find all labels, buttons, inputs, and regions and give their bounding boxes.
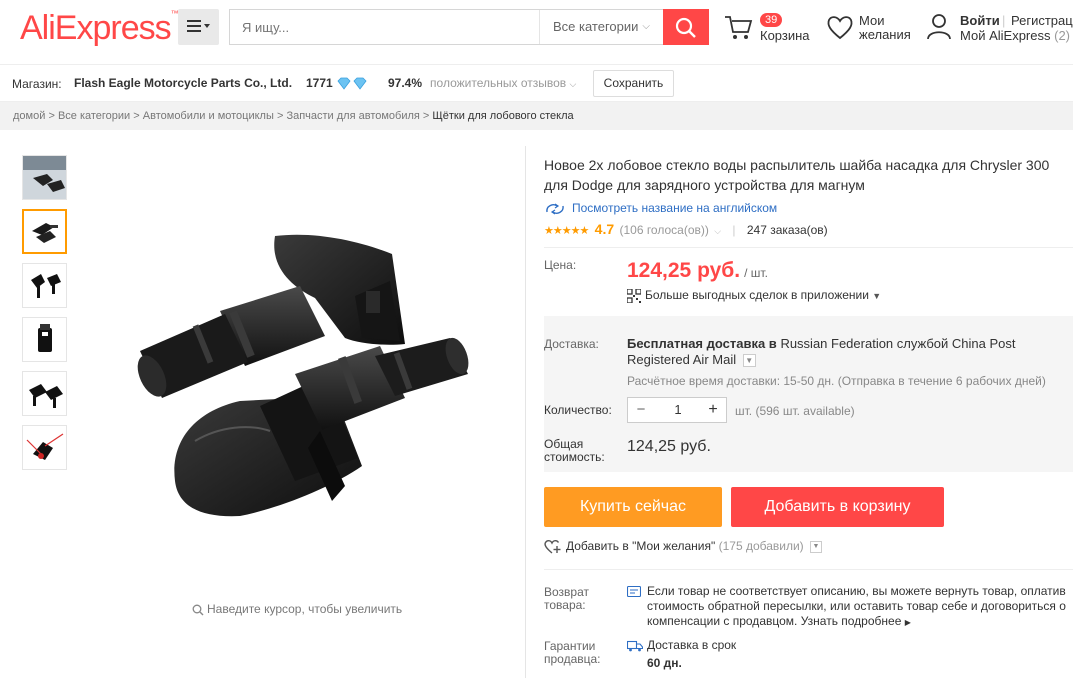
thumbnail[interactable]: [22, 371, 67, 416]
diamond-rating-icon: [337, 77, 367, 90]
breadcrumb-item[interactable]: Запчасти для автомобиля: [286, 110, 419, 122]
thumbnail[interactable]: [22, 425, 67, 470]
store-name-link[interactable]: Flash Eagle Motorcycle Parts Co., Ltd.: [74, 76, 292, 90]
cart-link[interactable]: 39 Корзина: [724, 13, 814, 46]
quantity-plus-button[interactable]: +: [700, 398, 726, 422]
quantity-label: Количество:: [544, 403, 612, 417]
cart-count-badge: 39: [760, 13, 783, 27]
view-english-title-link[interactable]: Посмотреть название на английском: [544, 201, 777, 216]
delivery-label: Доставка:: [544, 337, 599, 351]
positive-feedback: 97.4% положительных отзывов ⌵: [388, 76, 577, 90]
delivery-info: Бесплатная доставка в Russian Federation…: [627, 336, 1016, 368]
truck-icon: [626, 640, 644, 652]
search-button[interactable]: [663, 9, 709, 45]
magnifier-icon: [192, 604, 204, 616]
store-label: Магазин:: [12, 77, 62, 91]
product-gallery: Наведите курсор, чтобы увеличить: [0, 146, 526, 678]
thumbnail[interactable]: [22, 155, 67, 200]
breadcrumb: домой > Все категории > Автомобили и мот…: [0, 102, 1073, 130]
heart-icon: [827, 16, 853, 40]
return-policy: Если товар не соответствует описанию, вы…: [627, 584, 1073, 630]
total-value: 124,25 руб.: [627, 438, 711, 455]
translate-icon: [546, 203, 564, 215]
divider: [525, 146, 526, 678]
account-area: Войти | Регистрация Мой AliExpress (2): [926, 12, 1073, 46]
quantity-input[interactable]: 1: [658, 398, 698, 422]
heart-plus-icon: [544, 540, 561, 554]
guarantee-label: Гарантии продавца:: [544, 639, 601, 666]
price-label: Цена:: [544, 258, 577, 272]
star-rating-icon: ★★★★★: [544, 225, 589, 237]
learn-more-link[interactable]: Узнать подробнее ▶: [801, 614, 911, 628]
wishlist-label: Мои желания: [859, 13, 911, 42]
rating-row: ★★★★★ 4.7 (106 голоса(ов)) ⌵ | 247 заказ…: [544, 221, 828, 237]
breadcrumb-item[interactable]: домой: [13, 110, 45, 122]
return-label: Возврат товара:: [544, 585, 589, 612]
search-input[interactable]: [230, 10, 538, 44]
delivery-estimate: Расчётное время доставки: 15-50 дн. (Отп…: [627, 374, 1046, 388]
breadcrumb-item[interactable]: Автомобили и мотоциклы: [143, 110, 274, 122]
votes-count[interactable]: (106 голоса(ов)): [619, 223, 708, 237]
availability-text: шт. (596 шт. available): [735, 404, 855, 418]
my-aliexpress-link[interactable]: Мой AliExpress (2): [960, 28, 1070, 43]
guarantee-days: 60 дн.: [647, 656, 682, 670]
thumbnail[interactable]: [22, 317, 67, 362]
thumbnail[interactable]: [22, 263, 67, 308]
hamburger-icon: [187, 20, 210, 32]
return-policy-icon: [627, 586, 641, 597]
quantity-minus-button[interactable]: −: [628, 398, 654, 422]
store-bar: Магазин: Flash Eagle Motorcycle Parts Co…: [0, 64, 1073, 102]
price-value: 124,25 руб. / шт.: [627, 259, 768, 282]
zoom-hint: Наведите курсор, чтобы увеличить: [192, 602, 402, 616]
guarantee-delivery: Доставка в срок: [626, 638, 736, 652]
cart-label: Корзина: [760, 28, 810, 43]
chevron-down-icon: ⌵: [714, 226, 722, 236]
store-score: 1771: [306, 76, 333, 90]
divider: [544, 569, 1073, 570]
chevron-down-icon[interactable]: ▼: [810, 540, 823, 553]
login-link[interactable]: Войти: [960, 13, 1000, 28]
divider: [544, 247, 1073, 248]
chevron-down-icon: ⌵: [569, 79, 577, 89]
orders-count: 247 заказа(ов): [746, 223, 828, 237]
buy-now-button[interactable]: Купить сейчас: [544, 487, 722, 527]
search-bar: Все категории⌵: [229, 9, 709, 45]
categories-menu-button[interactable]: [178, 9, 219, 45]
register-link[interactable]: Регистрация: [1011, 13, 1073, 28]
add-to-wishlist-link[interactable]: Добавить в "Мои желания" (175 добавили) …: [544, 539, 823, 554]
qr-code-icon: [626, 288, 642, 304]
save-store-button[interactable]: Сохранить: [593, 70, 674, 97]
separator: |: [1002, 13, 1006, 28]
total-label: Общая стоимость:: [544, 437, 605, 464]
product-title: Новое 2х лобовое стекло воды распылитель…: [544, 157, 1050, 193]
app-deals-link[interactable]: Больше выгодных сделок в приложении ▼: [626, 288, 881, 304]
aliexpress-logo[interactable]: AliExpress™: [20, 9, 179, 48]
quantity-stepper: − 1 +: [627, 397, 727, 423]
wishlist-link[interactable]: Мои желания: [826, 14, 916, 46]
header: AliExpress™ Все категории⌵ 39 Корзина Мо…: [0, 0, 1073, 64]
user-icon: [927, 14, 951, 40]
cart-icon: [725, 16, 753, 39]
category-select[interactable]: Все категории ⌵: [539, 10, 663, 44]
breadcrumb-current: Щётки для лобового стекла: [432, 110, 574, 122]
add-to-cart-button[interactable]: Добавить в корзину: [731, 487, 944, 527]
product-main-image[interactable]: [100, 226, 480, 566]
breadcrumb-item[interactable]: Все категории: [58, 110, 130, 122]
delivery-options-dropdown[interactable]: ▼: [742, 354, 756, 368]
thumbnail-active[interactable]: [22, 209, 67, 254]
chevron-down-icon: ⌵: [642, 21, 650, 32]
search-icon: [675, 17, 696, 38]
rating-value: 4.7: [594, 221, 615, 237]
